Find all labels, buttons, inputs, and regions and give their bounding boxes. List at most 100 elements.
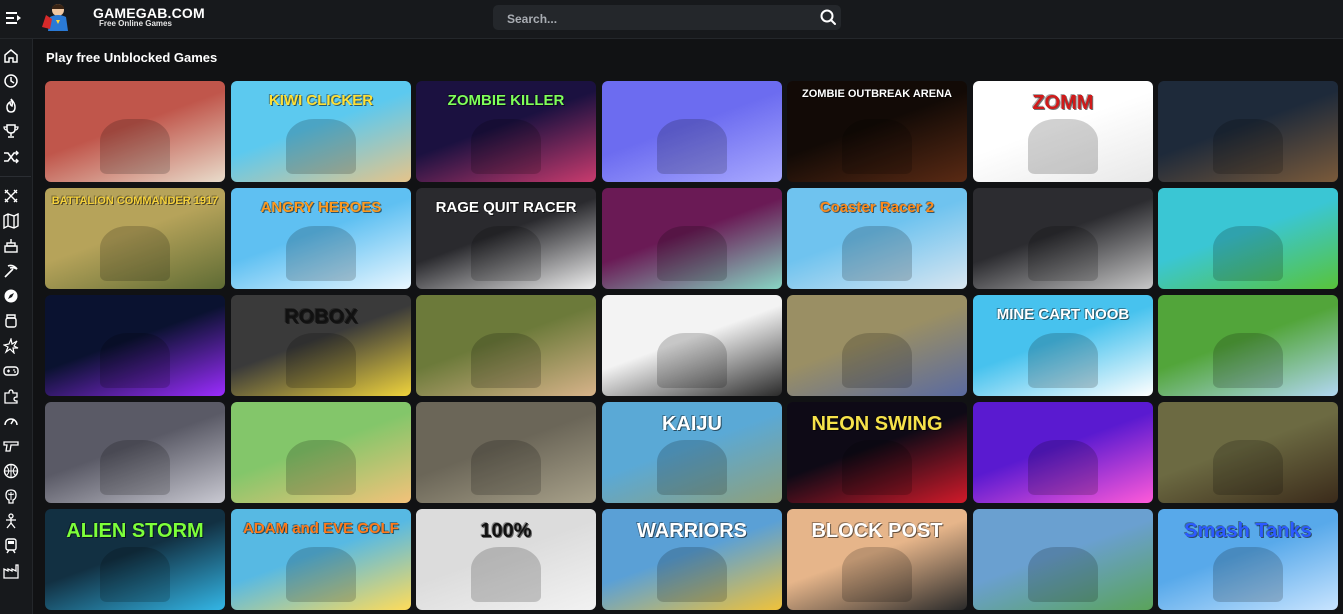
game-thumbnail-art — [286, 119, 356, 174]
game-tile[interactable]: BLOCK POST — [787, 509, 967, 610]
game-tile[interactable]: ZOMBIE KILLER — [416, 81, 596, 182]
game-tile[interactable]: BATTALION COMMANDER 1917 — [45, 188, 225, 289]
game-tile[interactable] — [416, 402, 596, 503]
factory-icon[interactable] — [3, 563, 19, 579]
game-thumbnail-art — [657, 547, 727, 602]
game-title: MINE CART NOOB — [996, 306, 1130, 323]
game-tile[interactable] — [787, 295, 967, 396]
game-tile[interactable]: KAIJU — [602, 402, 782, 503]
game-thumbnail-art — [286, 226, 356, 281]
stickman-icon[interactable] — [3, 513, 19, 529]
game-title: ROBOX — [284, 306, 358, 328]
game-thumbnail-art — [471, 333, 541, 388]
jar-icon[interactable] — [3, 313, 19, 329]
game-thumbnail-art — [471, 119, 541, 174]
home-icon[interactable] — [3, 48, 19, 64]
gun-icon[interactable] — [3, 438, 19, 454]
game-title: KIWI CLICKER — [268, 92, 374, 109]
game-thumbnail-art — [1028, 226, 1098, 281]
game-tile[interactable]: ZOMBIE OUTBREAK ARENA — [787, 81, 967, 182]
game-tile[interactable] — [45, 81, 225, 182]
game-tile[interactable] — [416, 295, 596, 396]
game-tile[interactable] — [45, 402, 225, 503]
game-thumbnail-art — [471, 440, 541, 495]
game-thumbnail-art — [1028, 119, 1098, 174]
game-thumbnail-art — [1028, 440, 1098, 495]
game-thumbnail-art — [1028, 547, 1098, 602]
game-tile[interactable] — [1158, 295, 1338, 396]
basketball-icon[interactable] — [3, 463, 19, 479]
game-tile[interactable]: ZOMM — [973, 81, 1153, 182]
pickaxe-icon[interactable] — [3, 263, 19, 279]
trophy-icon[interactable] — [3, 123, 19, 139]
game-thumbnail-art — [842, 119, 912, 174]
fire-icon[interactable] — [3, 98, 19, 114]
game-title: ZOMBIE KILLER — [447, 92, 565, 109]
game-tile[interactable] — [1158, 402, 1338, 503]
gamepad-icon[interactable] — [3, 363, 19, 379]
game-thumbnail-art — [1213, 440, 1283, 495]
logo-mascot-icon[interactable] — [38, 1, 76, 35]
sidebar-divider — [0, 176, 31, 177]
game-tile[interactable] — [973, 509, 1153, 610]
game-tile[interactable] — [1158, 188, 1338, 289]
cake-icon[interactable] — [3, 238, 19, 254]
game-title: KAIJU — [661, 413, 722, 435]
search-input[interactable] — [505, 5, 799, 32]
game-title: BLOCK POST — [811, 520, 943, 542]
game-tile[interactable]: MINE CART NOOB — [973, 295, 1153, 396]
game-thumbnail-art — [100, 226, 170, 281]
game-tile[interactable]: ALIEN STORM — [45, 509, 225, 610]
game-thumbnail-art — [1213, 333, 1283, 388]
game-thumbnail-art — [842, 440, 912, 495]
game-tile[interactable] — [1158, 81, 1338, 182]
game-thumbnail-art — [286, 333, 356, 388]
menu-toggle-icon[interactable] — [4, 8, 24, 28]
game-title: ALIEN STORM — [66, 520, 204, 542]
game-thumbnail-art — [842, 547, 912, 602]
game-tile[interactable]: KIWI CLICKER — [231, 81, 411, 182]
game-tile[interactable]: RAGE QUIT RACER — [416, 188, 596, 289]
game-tile[interactable] — [973, 402, 1153, 503]
speedometer-icon[interactable] — [3, 413, 19, 429]
game-thumbnail-art — [471, 226, 541, 281]
game-title: ANGRY HEROES — [260, 199, 382, 216]
game-tile[interactable]: Smash Tanks — [1158, 509, 1338, 610]
puzzle-icon[interactable] — [3, 388, 19, 404]
game-thumbnail-art — [100, 333, 170, 388]
game-thumbnail-art — [842, 226, 912, 281]
train-icon[interactable] — [3, 538, 19, 554]
game-thumbnail-art — [471, 547, 541, 602]
search-icon[interactable] — [819, 8, 837, 26]
compass-icon[interactable] — [3, 288, 19, 304]
game-title: ZOMBIE OUTBREAK ARENA — [802, 88, 952, 100]
brain-icon[interactable] — [3, 488, 19, 504]
game-thumbnail-art — [1213, 119, 1283, 174]
game-tile[interactable]: ROBOX — [231, 295, 411, 396]
logo-subtitle: Free Online Games — [99, 19, 172, 28]
game-tile[interactable]: Coaster Racer 2 — [787, 188, 967, 289]
shuffle-icon[interactable] — [3, 149, 19, 165]
explosion-icon[interactable] — [3, 338, 19, 354]
game-thumbnail-art — [100, 547, 170, 602]
game-tile[interactable]: 100% — [416, 509, 596, 610]
game-tile[interactable] — [602, 188, 782, 289]
game-tile[interactable] — [602, 81, 782, 182]
game-tile[interactable] — [231, 402, 411, 503]
game-tile[interactable]: NEON SWING — [787, 402, 967, 503]
game-tile[interactable] — [973, 188, 1153, 289]
game-thumbnail-art — [1213, 226, 1283, 281]
swords-icon[interactable] — [3, 188, 19, 204]
game-tile[interactable] — [602, 295, 782, 396]
game-thumbnail-art — [657, 226, 727, 281]
map-icon[interactable] — [3, 213, 19, 229]
history-icon[interactable] — [3, 73, 19, 89]
game-tile[interactable] — [45, 295, 225, 396]
game-title: RAGE QUIT RACER — [435, 199, 577, 216]
game-grid: KIWI CLICKER ZOMBIE KILLER ZOMBIE OUTBREAK… — [45, 81, 1339, 614]
game-tile[interactable]: WARRIORS — [602, 509, 782, 610]
game-tile[interactable]: ANGRY HEROES — [231, 188, 411, 289]
game-thumbnail-art — [1028, 333, 1098, 388]
game-tile[interactable]: ADAM and EVE GOLF — [231, 509, 411, 610]
game-title: Coaster Racer 2 — [819, 199, 935, 216]
